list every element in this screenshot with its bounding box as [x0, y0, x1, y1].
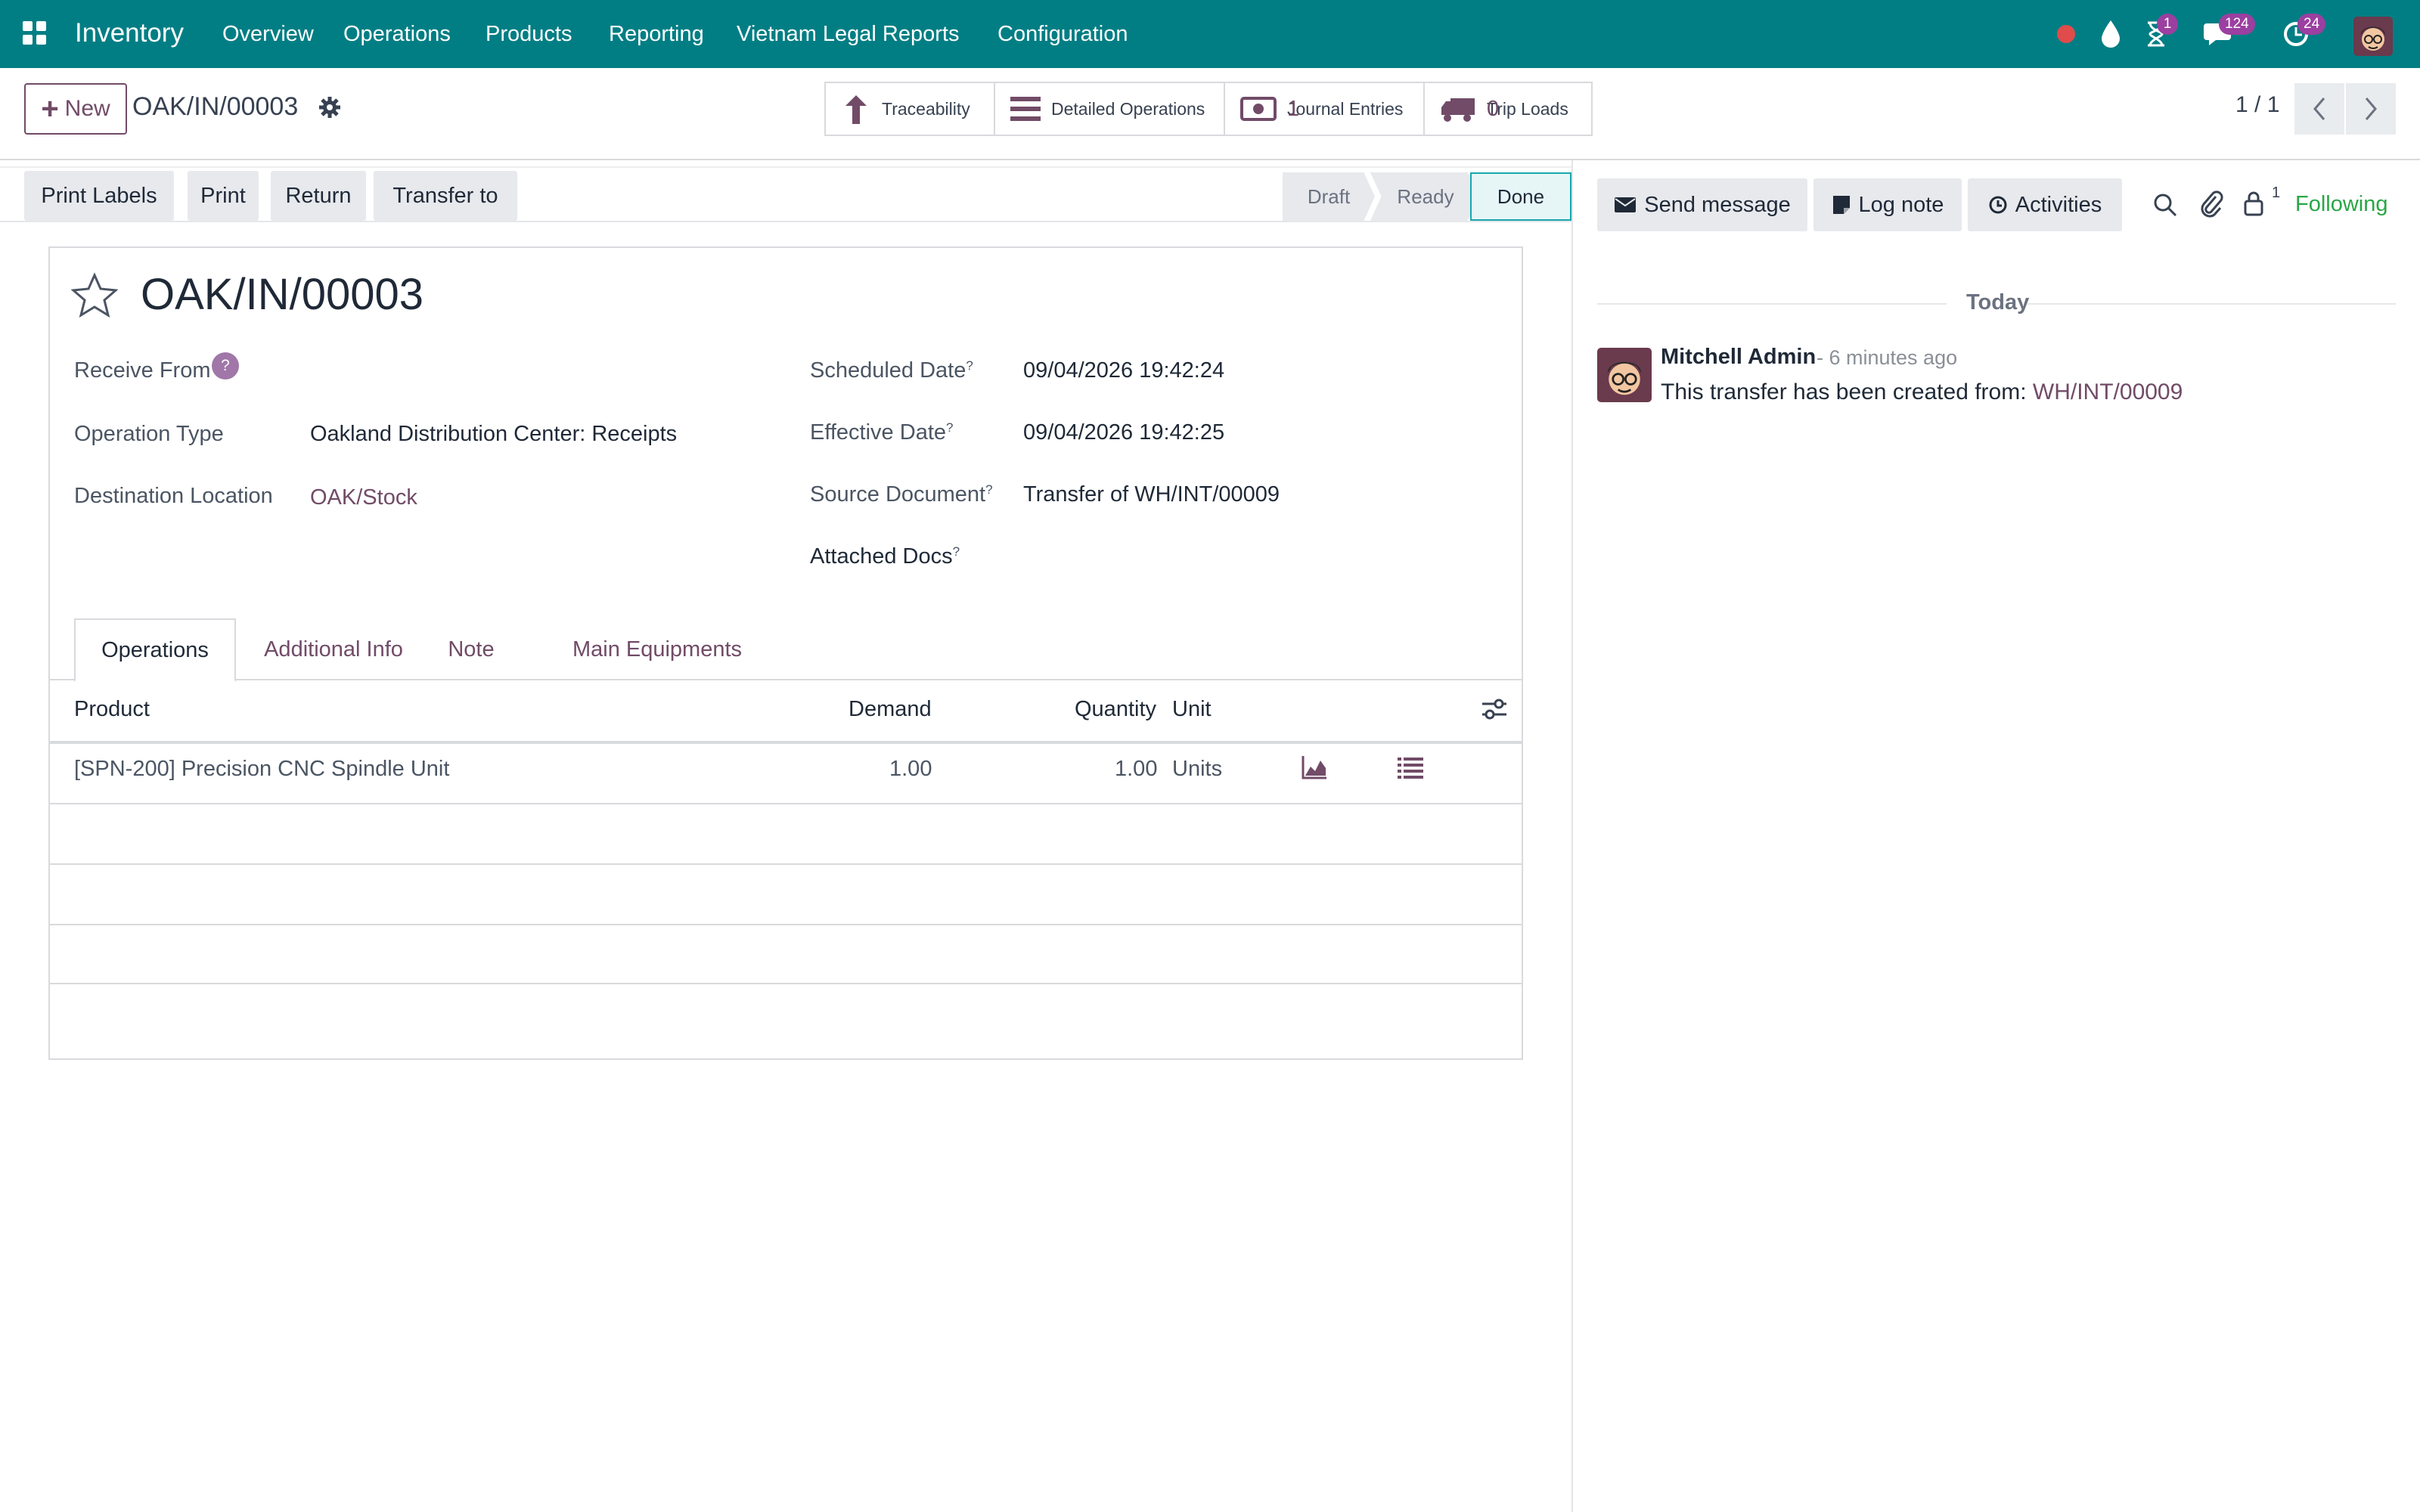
return-button[interactable]: Return	[271, 171, 366, 221]
menu-vietnam-legal-reports[interactable]: Vietnam Legal Reports	[737, 22, 959, 47]
control-panel: + New OAK/IN/00003 Traceability Detailed…	[0, 68, 2420, 160]
activity-badge: 1	[2157, 14, 2178, 35]
menu-operations[interactable]: Operations	[343, 22, 451, 47]
transfer-to-button[interactable]: Transfer to	[374, 171, 517, 221]
receive-from-label: Receive From	[74, 358, 211, 383]
menu-products[interactable]: Products	[486, 22, 572, 47]
stage-draft[interactable]: Draft	[1283, 172, 1375, 221]
source-document-label: Source Document?	[810, 482, 993, 507]
app-menu-icon[interactable]	[23, 21, 47, 45]
gear-icon[interactable]	[318, 95, 342, 125]
day-separator-line	[1597, 303, 1947, 305]
effective-date-label: Effective Date?	[810, 420, 954, 445]
menu-configuration[interactable]: Configuration	[997, 22, 1128, 47]
column-header-unit[interactable]: Unit	[1172, 697, 1212, 722]
row-divider	[48, 863, 1523, 865]
pager-previous-button[interactable]	[2294, 83, 2344, 135]
attached-docs-label: Attached Docs?	[810, 544, 960, 569]
column-header-quantity[interactable]: Quantity	[1075, 697, 1156, 722]
plus-icon: +	[41, 92, 59, 125]
scheduled-date-label: Scheduled Date?	[810, 358, 973, 383]
record-title: OAK/IN/00003	[141, 270, 424, 319]
area-chart-icon[interactable]	[1301, 754, 1328, 786]
menu-overview[interactable]: Overview	[222, 22, 314, 47]
arrow-up-icon	[845, 95, 867, 124]
row-divider	[48, 803, 1523, 804]
day-separator-line	[2027, 303, 2396, 305]
print-button[interactable]: Print	[188, 171, 259, 221]
clock-badge: 24	[2297, 14, 2326, 35]
tab-additional-info[interactable]: Additional Info	[248, 618, 419, 680]
activities-button[interactable]: Activities	[1968, 178, 2122, 231]
pager-next-button[interactable]	[2346, 83, 2396, 135]
user-avatar[interactable]	[2353, 17, 2393, 56]
scheduled-date-field[interactable]: 09/04/2026 19:42:24	[1023, 358, 1224, 383]
status-bar: Print Labels Print Return Transfer to Dr…	[0, 166, 1571, 222]
search-icon[interactable]	[2152, 192, 2178, 224]
chevron-right-icon	[2365, 98, 2377, 120]
destination-location-link[interactable]: OAK/Stock	[310, 485, 417, 510]
row-divider	[48, 924, 1523, 925]
destination-location-label: Destination Location	[74, 484, 273, 508]
paperclip-icon[interactable]	[2199, 191, 2223, 224]
avatar[interactable]	[1597, 348, 1652, 402]
top-navbar: Inventory Overview Operations Products R…	[0, 0, 2420, 68]
stage-done[interactable]: Done	[1470, 172, 1571, 221]
envelope-icon	[1615, 197, 1637, 212]
money-icon	[1240, 97, 1277, 121]
day-separator: Today	[1966, 290, 2030, 314]
new-button[interactable]: + New	[24, 83, 127, 135]
help-icon[interactable]: ?	[212, 352, 239, 380]
cell-unit: Units	[1172, 757, 1223, 781]
column-header-product[interactable]: Product	[74, 697, 150, 722]
cell-demand: 1.00	[889, 757, 932, 781]
operation-type-label: Operation Type	[74, 422, 224, 446]
column-settings-icon[interactable]	[1481, 697, 1508, 727]
chevron-left-icon	[2313, 98, 2325, 120]
detailed-operations-button[interactable]: Detailed Operations	[995, 83, 1225, 135]
message-body: This transfer has been created from: WH/…	[1661, 380, 2183, 404]
row-divider	[48, 983, 1523, 984]
note-icon	[1832, 196, 1850, 214]
breadcrumb: OAK/IN/00003	[132, 92, 299, 121]
clock-icon	[1989, 196, 2007, 214]
chatter-divider	[1571, 160, 1573, 1512]
following-toggle[interactable]: Following	[2295, 192, 2388, 217]
messages-badge: 124	[2219, 14, 2255, 35]
stage-ready[interactable]: Ready	[1370, 172, 1481, 221]
log-note-button[interactable]: Log note	[1813, 178, 1962, 231]
lock-icon[interactable]	[2243, 191, 2264, 222]
effective-date-field[interactable]: 09/04/2026 19:42:25	[1023, 420, 1224, 445]
notebook-tabs: Operations Additional Info Note Main Equ…	[48, 618, 1523, 682]
tab-main-equipments[interactable]: Main Equipments	[537, 618, 777, 680]
traceability-button[interactable]: Traceability	[826, 83, 995, 135]
message-author[interactable]: Mitchell Admin	[1661, 345, 1816, 370]
pager-value[interactable]: 1 / 1	[2235, 92, 2279, 118]
tab-note[interactable]: Note	[430, 618, 513, 680]
smart-buttons: Traceability Detailed Operations Journal…	[824, 82, 1593, 136]
record-dot-icon[interactable]	[2055, 17, 2077, 51]
detail-list-icon[interactable]	[1398, 754, 1423, 785]
trip-loads-button[interactable]: Trip Loads 0	[1425, 83, 1591, 135]
operation-type-field[interactable]: Oakland Distribution Center: Receipts	[310, 422, 677, 447]
followers-count: 1	[2272, 184, 2281, 201]
source-document-field[interactable]: Transfer of WH/INT/00009	[1023, 482, 1280, 507]
tab-operations[interactable]: Operations	[74, 618, 236, 682]
truck-icon	[1441, 98, 1475, 122]
menu-reporting[interactable]: Reporting	[609, 22, 704, 47]
droplet-icon[interactable]	[2099, 17, 2122, 51]
message-source-link[interactable]: WH/INT/00009	[2033, 380, 2183, 404]
message-timestamp: - 6 minutes ago	[1817, 346, 1958, 369]
send-message-button[interactable]: Send message	[1597, 178, 1807, 231]
star-icon[interactable]	[70, 272, 119, 324]
journal-entries-button[interactable]: Journal Entries 1	[1225, 83, 1425, 135]
table-header-divider	[48, 741, 1523, 744]
list-bars-icon	[1010, 97, 1041, 121]
app-brand[interactable]: Inventory	[75, 18, 184, 48]
cell-quantity: 1.00	[1115, 757, 1158, 781]
cell-product: [SPN-200] Precision CNC Spindle Unit	[74, 757, 450, 781]
column-header-demand[interactable]: Demand	[849, 697, 932, 722]
print-labels-button[interactable]: Print Labels	[24, 171, 174, 221]
